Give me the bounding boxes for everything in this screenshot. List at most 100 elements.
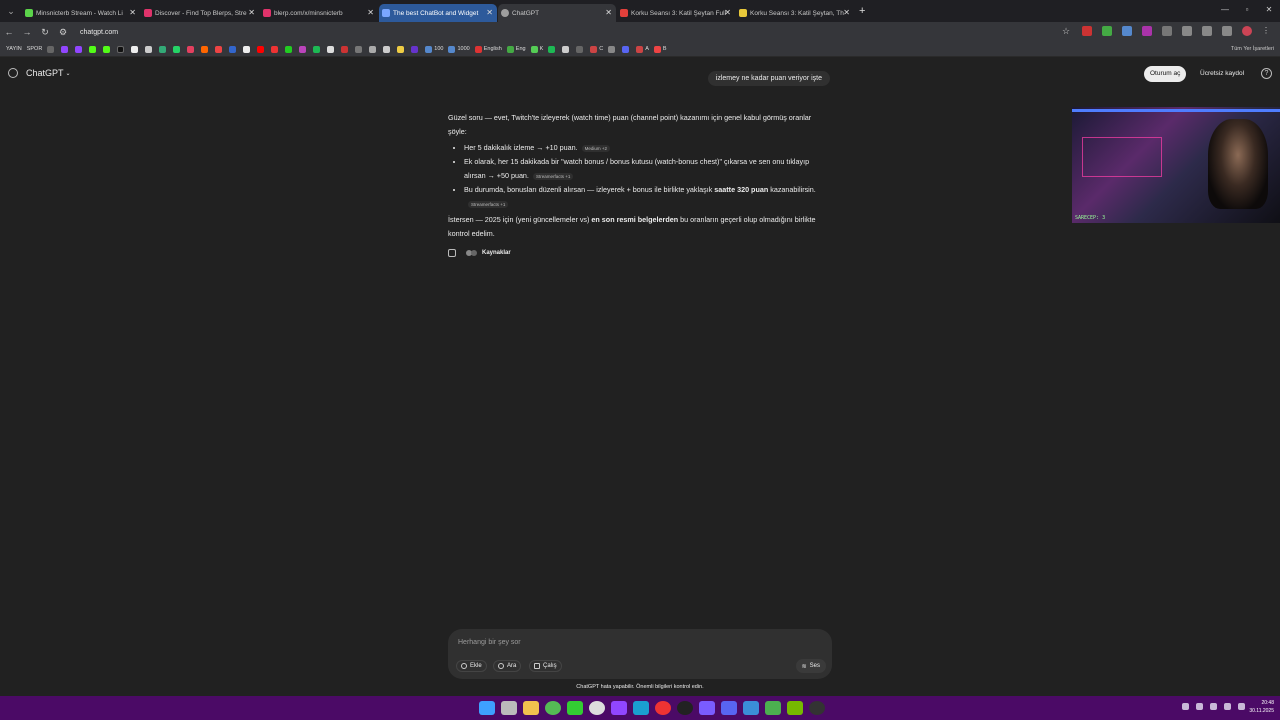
app-icon[interactable] <box>633 701 649 715</box>
app-icon[interactable] <box>743 701 759 715</box>
bookmark-icon[interactable] <box>47 45 56 53</box>
forward-icon[interactable]: → <box>18 27 36 37</box>
bookmark-icon[interactable] <box>159 45 168 53</box>
media-player-icon[interactable] <box>567 701 583 715</box>
extensions-puzzle-icon[interactable] <box>1182 26 1192 36</box>
tab-close-icon[interactable]: ✕ <box>129 8 136 17</box>
extension-icon[interactable] <box>1122 26 1132 36</box>
close-window-icon[interactable]: ✕ <box>1258 0 1280 22</box>
tab-close-icon[interactable]: ✕ <box>724 8 731 17</box>
network-icon[interactable] <box>1210 703 1217 710</box>
url-field[interactable]: chatgpt.com <box>80 29 118 36</box>
tab-close-icon[interactable]: ✕ <box>367 8 374 17</box>
bookmark-icon[interactable] <box>257 45 266 53</box>
search-button[interactable]: Ara <box>493 660 522 672</box>
bookmark-folder[interactable]: SPOR <box>27 46 43 52</box>
microphone-icon[interactable] <box>1196 703 1203 710</box>
browser-tab[interactable]: blerp.com/x/minsnicterb ✕ <box>260 4 378 22</box>
bookmark-link[interactable]: Eng <box>506 45 526 53</box>
menu-kebab-icon[interactable]: ⋮ <box>1262 26 1272 36</box>
bookmark-icon[interactable] <box>548 45 557 53</box>
signup-button[interactable]: Ücretsiz kaydol <box>1196 66 1248 82</box>
bookmark-icon[interactable] <box>622 45 631 53</box>
copy-icon[interactable] <box>448 249 456 257</box>
bookmark-star-icon[interactable]: ☆ <box>1062 26 1072 36</box>
bookmark-icon[interactable] <box>145 45 154 53</box>
extension-icon[interactable] <box>1102 26 1112 36</box>
bookmark-link[interactable]: B <box>653 45 667 53</box>
reload-icon[interactable]: ↻ <box>36 27 54 38</box>
chrome-icon[interactable] <box>655 701 671 715</box>
discord-icon[interactable] <box>721 701 737 715</box>
bookmark-icon[interactable] <box>89 45 98 53</box>
bookmark-icon[interactable] <box>383 45 392 53</box>
bookmark-icon[interactable] <box>61 45 70 53</box>
start-icon[interactable] <box>479 701 495 715</box>
bookmark-icon[interactable] <box>608 45 617 53</box>
citation-chip[interactable]: Medium +2 <box>581 144 611 152</box>
volume-icon[interactable] <box>1224 703 1231 710</box>
bookmark-icon[interactable] <box>173 45 182 53</box>
citation-chip[interactable]: Streamerfacts +1 <box>468 200 509 208</box>
model-selector[interactable]: ChatGPT ⌄ <box>8 68 71 78</box>
bookmark-icon[interactable] <box>313 45 322 53</box>
nvidia-icon[interactable] <box>787 701 803 715</box>
profile-avatar-icon[interactable] <box>1242 26 1252 36</box>
bookmark-icon[interactable] <box>271 45 280 53</box>
obs-icon[interactable] <box>809 701 825 715</box>
bookmark-icon[interactable] <box>131 45 140 53</box>
file-explorer-icon[interactable] <box>523 701 539 715</box>
minimize-icon[interactable]: — <box>1214 0 1236 22</box>
message-composer[interactable]: Herhangi bir şey sor Ekle Ara Çalış ≋ Ses <box>448 629 832 679</box>
bookmark-link[interactable]: K <box>530 45 543 53</box>
app-icon[interactable] <box>699 701 715 715</box>
tab-search-icon[interactable]: ⌄ <box>0 0 22 22</box>
study-button[interactable]: Çalış <box>529 660 562 672</box>
xbox-icon[interactable] <box>545 701 561 715</box>
tab-close-icon[interactable]: ✕ <box>248 8 255 17</box>
bookmark-icon[interactable] <box>327 45 336 53</box>
bookmark-link[interactable]: 1000 <box>448 45 470 53</box>
twitch-icon[interactable] <box>611 701 627 715</box>
bookmark-folder[interactable]: YAYIN <box>6 46 22 52</box>
download-icon[interactable] <box>1202 26 1212 36</box>
browser-tab-active[interactable]: ChatGPT ✕ <box>498 4 616 22</box>
tab-close-icon[interactable]: ✕ <box>605 8 612 17</box>
browser-tab[interactable]: Korku Seansı 3: Katil Şeytan, Th ✕ <box>736 4 854 22</box>
browser-tab[interactable]: Discover - Find Top Blerps, Stre ✕ <box>141 4 259 22</box>
bookmark-icon[interactable] <box>215 45 224 53</box>
app-icon[interactable] <box>765 701 781 715</box>
tab-close-icon[interactable]: ✕ <box>843 8 850 17</box>
bookmark-link[interactable]: C <box>590 45 603 53</box>
extension-icon[interactable] <box>1082 26 1092 36</box>
browser-tab[interactable]: Korku Seansı 3: Katil Şeytan Full ✕ <box>617 4 735 22</box>
attach-button[interactable]: Ekle <box>456 660 487 672</box>
battery-icon[interactable] <box>1238 703 1245 710</box>
help-icon[interactable]: ? <box>1261 68 1272 79</box>
tray-chevron-icon[interactable] <box>1182 703 1189 710</box>
bookmark-icon[interactable] <box>243 45 252 53</box>
bookmark-icon[interactable] <box>75 45 84 53</box>
browser-tab-hovered[interactable]: The best ChatBot and Widget ✕ <box>379 4 497 22</box>
sidebar-icon[interactable] <box>1222 26 1232 36</box>
bookmark-icon[interactable] <box>285 45 294 53</box>
bookmark-icon[interactable] <box>229 45 238 53</box>
bookmark-icon[interactable] <box>187 45 196 53</box>
bookmark-icon[interactable] <box>201 45 210 53</box>
bookmark-icon[interactable] <box>299 45 308 53</box>
bookmark-icon[interactable] <box>355 45 364 53</box>
bookmark-icon[interactable] <box>341 45 350 53</box>
citation-chip[interactable]: Streamerfacts +1 <box>532 172 574 180</box>
voice-button[interactable]: ≋ Ses <box>795 659 826 673</box>
bookmark-icon[interactable] <box>562 45 571 53</box>
maximize-icon[interactable]: ▫ <box>1236 0 1258 22</box>
extension-icon[interactable] <box>1162 26 1172 36</box>
login-button[interactable]: Oturum aç <box>1144 66 1187 82</box>
taskbar-clock[interactable]: 20:48 30.11.2025 <box>1249 699 1274 715</box>
browser-tab[interactable]: Minsnicterb Stream - Watch Li ✕ <box>22 4 140 22</box>
app-icon[interactable] <box>677 701 693 715</box>
new-tab-button[interactable]: + <box>859 5 865 17</box>
bookmark-icon[interactable] <box>411 45 420 53</box>
bookmark-icon[interactable] <box>369 45 378 53</box>
bookmark-link[interactable]: A <box>636 45 649 53</box>
